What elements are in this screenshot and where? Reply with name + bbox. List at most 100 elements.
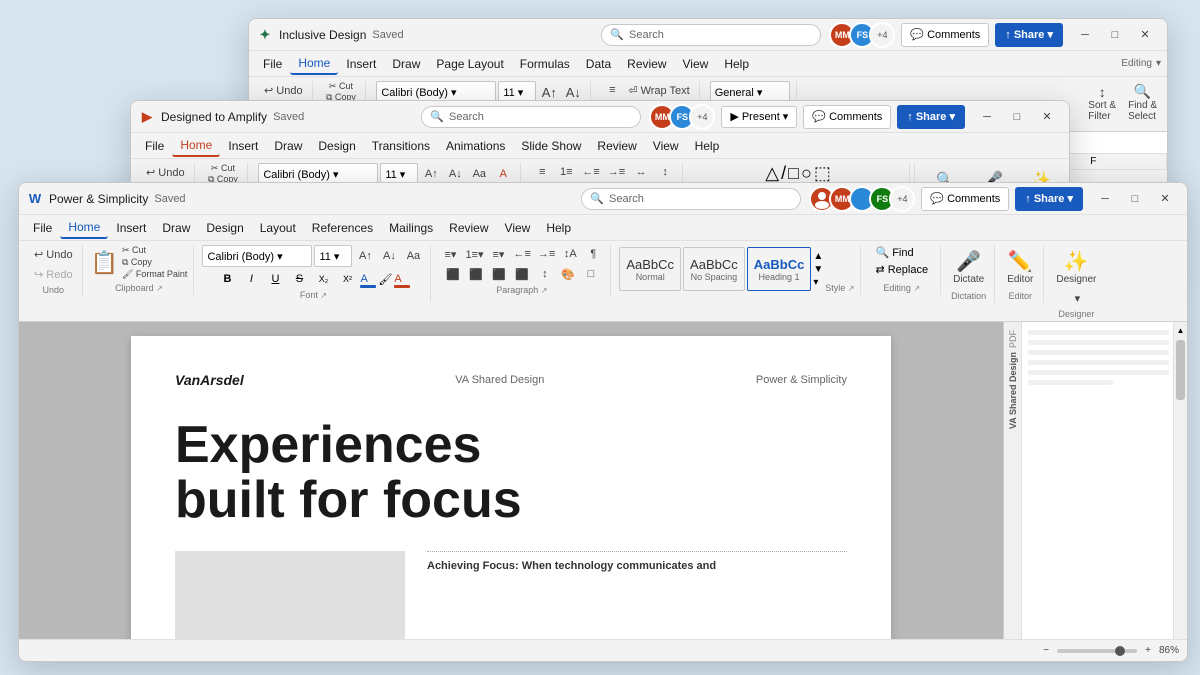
word-close-button[interactable]: ✕ [1151, 185, 1179, 213]
word-menu-mailings[interactable]: Mailings [381, 218, 441, 238]
word-cut-button[interactable]: ✂ Cut [122, 245, 187, 256]
ppt-cut-label[interactable]: ✂ Cut [211, 163, 235, 174]
excel-menu-data[interactable]: Data [578, 54, 619, 74]
ppt-comments-button[interactable]: 💬 Comments [803, 105, 891, 129]
excel-find-select-button[interactable]: 🔍 Find &Select [1124, 81, 1161, 124]
ppt-menu-design[interactable]: Design [310, 136, 363, 156]
ppt-menu-slideshow[interactable]: Slide Show [513, 136, 589, 156]
word-scroll-up-button[interactable]: ▲ [1174, 322, 1187, 338]
word-zoom-slider-thumb[interactable] [1115, 646, 1125, 656]
ppt-linespace-button[interactable]: ↕ [654, 163, 676, 181]
ppt-menu-review[interactable]: Review [589, 136, 644, 156]
word-bullets-button[interactable]: ≡▾ [439, 245, 461, 263]
word-doc-scroll-area[interactable]: VanArsdel VA Shared Design Power & Simpl… [19, 322, 1003, 662]
word-menu-help[interactable]: Help [538, 218, 579, 238]
excel-undo-button[interactable]: ↩ Undo [261, 81, 306, 99]
word-menu-design[interactable]: Design [198, 218, 251, 238]
word-numbering-button[interactable]: 1≡▾ [462, 245, 486, 263]
word-formatpaint-button[interactable]: 🖌 Format Paint [122, 269, 187, 280]
ppt-menu-insert[interactable]: Insert [220, 136, 266, 156]
word-style-nospacing[interactable]: AaBbCc No Spacing [683, 247, 745, 291]
word-comments-button[interactable]: 💬 Comments [921, 187, 1009, 211]
ppt-rect-icon[interactable]: □ [788, 163, 799, 184]
word-menu-draw[interactable]: Draw [154, 218, 198, 238]
word-scroll-thumb[interactable] [1176, 340, 1185, 400]
word-font-select[interactable]: Calibri (Body) ▾ [202, 245, 312, 267]
ppt-close-button[interactable]: ✕ [1033, 103, 1061, 131]
word-menu-insert[interactable]: Insert [108, 218, 154, 238]
excel-share-button[interactable]: ↑ Share ▾ [995, 23, 1063, 47]
word-undo-button[interactable]: ↩ Undo [31, 245, 76, 263]
word-linespace-button[interactable]: ↕ [534, 265, 556, 283]
word-multilevel-button[interactable]: ≡▾ [488, 245, 510, 263]
word-shading-button[interactable]: 🎨 [557, 265, 579, 283]
ppt-share-button[interactable]: ↑ Share ▾ [897, 105, 965, 129]
ppt-line-icon[interactable]: / [781, 163, 786, 184]
ppt-ellipse-icon[interactable]: ○ [801, 163, 812, 184]
word-minimize-button[interactable]: ─ [1091, 185, 1119, 213]
excel-minimize-button[interactable]: ─ [1071, 21, 1099, 49]
word-style-normal[interactable]: AaBbCc Normal [619, 247, 681, 291]
excel-shrink-font-button[interactable]: A↓ [562, 83, 584, 101]
word-align-right-button[interactable]: ⬛ [488, 265, 510, 283]
word-zoom-slider[interactable] [1057, 649, 1137, 653]
word-designer-button[interactable]: ✨ Designer [1052, 245, 1100, 289]
word-highlight-picker[interactable]: 🖌 [378, 272, 392, 286]
word-find-button[interactable]: 🔍 Find [873, 245, 930, 260]
word-scrollbar[interactable]: ▲ [1173, 322, 1187, 662]
excel-menu-insert[interactable]: Insert [338, 54, 384, 74]
word-outdent-button[interactable]: ←≡ [511, 245, 534, 263]
ppt-align-button[interactable]: ↔ [630, 163, 652, 181]
word-align-center-button[interactable]: ⬛ [465, 265, 487, 283]
ppt-clear-format[interactable]: A [492, 165, 514, 183]
excel-menu-home[interactable]: Home [290, 53, 338, 75]
excel-grow-font-button[interactable]: A↑ [538, 83, 560, 101]
excel-menu-help[interactable]: Help [716, 54, 757, 74]
word-pilcrow-button[interactable]: ¶ [582, 245, 604, 263]
word-styles-arrows[interactable]: ▲ ▼ ▾ [813, 251, 823, 288]
ppt-menu-draw[interactable]: Draw [266, 136, 310, 156]
excel-menu-file[interactable]: File [255, 54, 290, 74]
word-sup-button[interactable]: X² [336, 270, 358, 288]
word-sort-button[interactable]: ↕A [559, 245, 581, 263]
word-align-left-button[interactable]: ⬛ [442, 265, 464, 283]
word-redo-button[interactable]: ↪ Redo [31, 265, 76, 283]
word-fontcolor-picker[interactable]: A [360, 271, 376, 288]
word-zoom-in-button[interactable]: + [1145, 645, 1151, 656]
ppt-minimize-button[interactable]: ─ [973, 103, 1001, 131]
word-italic-button[interactable]: I [240, 270, 262, 288]
word-justify-button[interactable]: ⬛ [511, 265, 533, 283]
ppt-theme-font[interactable]: Aa [468, 165, 490, 183]
excel-search-box[interactable]: 🔍 Search [601, 24, 821, 46]
word-designer-dropdown[interactable]: ▾ [1066, 289, 1088, 307]
word-share-button[interactable]: ↑ Share ▾ [1015, 187, 1083, 211]
word-copy-button[interactable]: ⧉ Copy [122, 257, 187, 268]
word-menu-home[interactable]: Home [60, 217, 108, 239]
word-replace-button[interactable]: ⇄ Replace [873, 262, 930, 277]
ppt-menu-transitions[interactable]: Transitions [364, 136, 438, 156]
excel-maximize-button[interactable]: □ [1101, 21, 1129, 49]
ppt-menu-help[interactable]: Help [687, 136, 728, 156]
word-strikethrough-button[interactable]: S [288, 270, 310, 288]
word-shrink-font-button[interactable]: A↓ [378, 247, 400, 265]
ppt-arrange-icon[interactable]: ⬚ [814, 163, 831, 184]
word-menu-file[interactable]: File [25, 218, 60, 238]
ppt-menu-animations[interactable]: Animations [438, 136, 513, 156]
word-menu-references[interactable]: References [304, 218, 381, 238]
word-editor-button[interactable]: ✏️ Editor [1003, 245, 1037, 289]
word-menu-review[interactable]: Review [441, 218, 496, 238]
word-border-button[interactable]: □ [580, 265, 602, 283]
excel-menu-view[interactable]: View [675, 54, 717, 74]
ppt-menu-home[interactable]: Home [172, 135, 220, 157]
ppt-outdent-button[interactable]: ←≡ [579, 163, 602, 181]
excel-menu-draw[interactable]: Draw [384, 54, 428, 74]
ppt-present-button[interactable]: ▶ Present ▾ [721, 106, 797, 128]
ppt-grow-font[interactable]: A↑ [420, 165, 442, 183]
ppt-shrink-font[interactable]: A↓ [444, 165, 466, 183]
word-theme-font-button[interactable]: Aa [402, 247, 424, 265]
word-zoom-out-button[interactable]: − [1043, 645, 1049, 656]
word-search-box[interactable]: 🔍 Search [581, 188, 801, 210]
excel-menu-review[interactable]: Review [619, 54, 674, 74]
word-underline-button[interactable]: U [264, 270, 286, 288]
excel-close-button[interactable]: ✕ [1131, 21, 1159, 49]
